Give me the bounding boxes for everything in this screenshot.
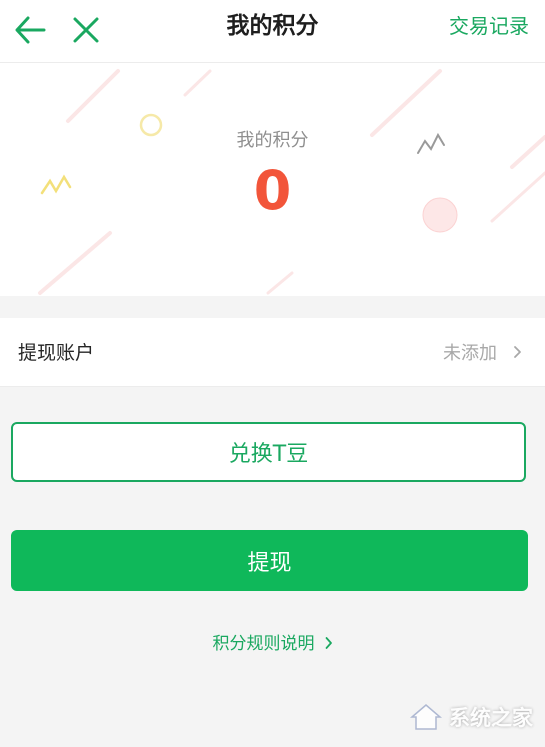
withdraw-button[interactable]: 提现 xyxy=(11,530,528,591)
points-label: 我的积分 xyxy=(236,130,309,151)
withdraw-account-label: 提现账户 xyxy=(18,342,95,364)
house-logo-icon xyxy=(409,704,443,730)
withdraw-account-status: 未添加 xyxy=(443,343,497,364)
withdraw-account-row[interactable]: 提现账户 未添加 xyxy=(0,318,545,387)
watermark: 系统之家 xyxy=(409,700,533,734)
watermark-text: 系统之家 xyxy=(449,706,533,730)
top-nav-bar: 我的积分 交易记录 xyxy=(0,0,545,63)
points-rules-label: 积分规则说明 xyxy=(212,634,315,654)
chevron-right-icon xyxy=(514,346,521,358)
exchange-tdou-button[interactable]: 兑换T豆 xyxy=(11,422,526,482)
chevron-right-icon xyxy=(325,637,332,649)
points-card: 我的积分 0 xyxy=(0,63,545,296)
transaction-records-link[interactable]: 交易记录 xyxy=(449,11,529,41)
points-rules-link[interactable]: 积分规则说明 xyxy=(0,629,545,654)
points-value: 0 xyxy=(253,159,292,222)
